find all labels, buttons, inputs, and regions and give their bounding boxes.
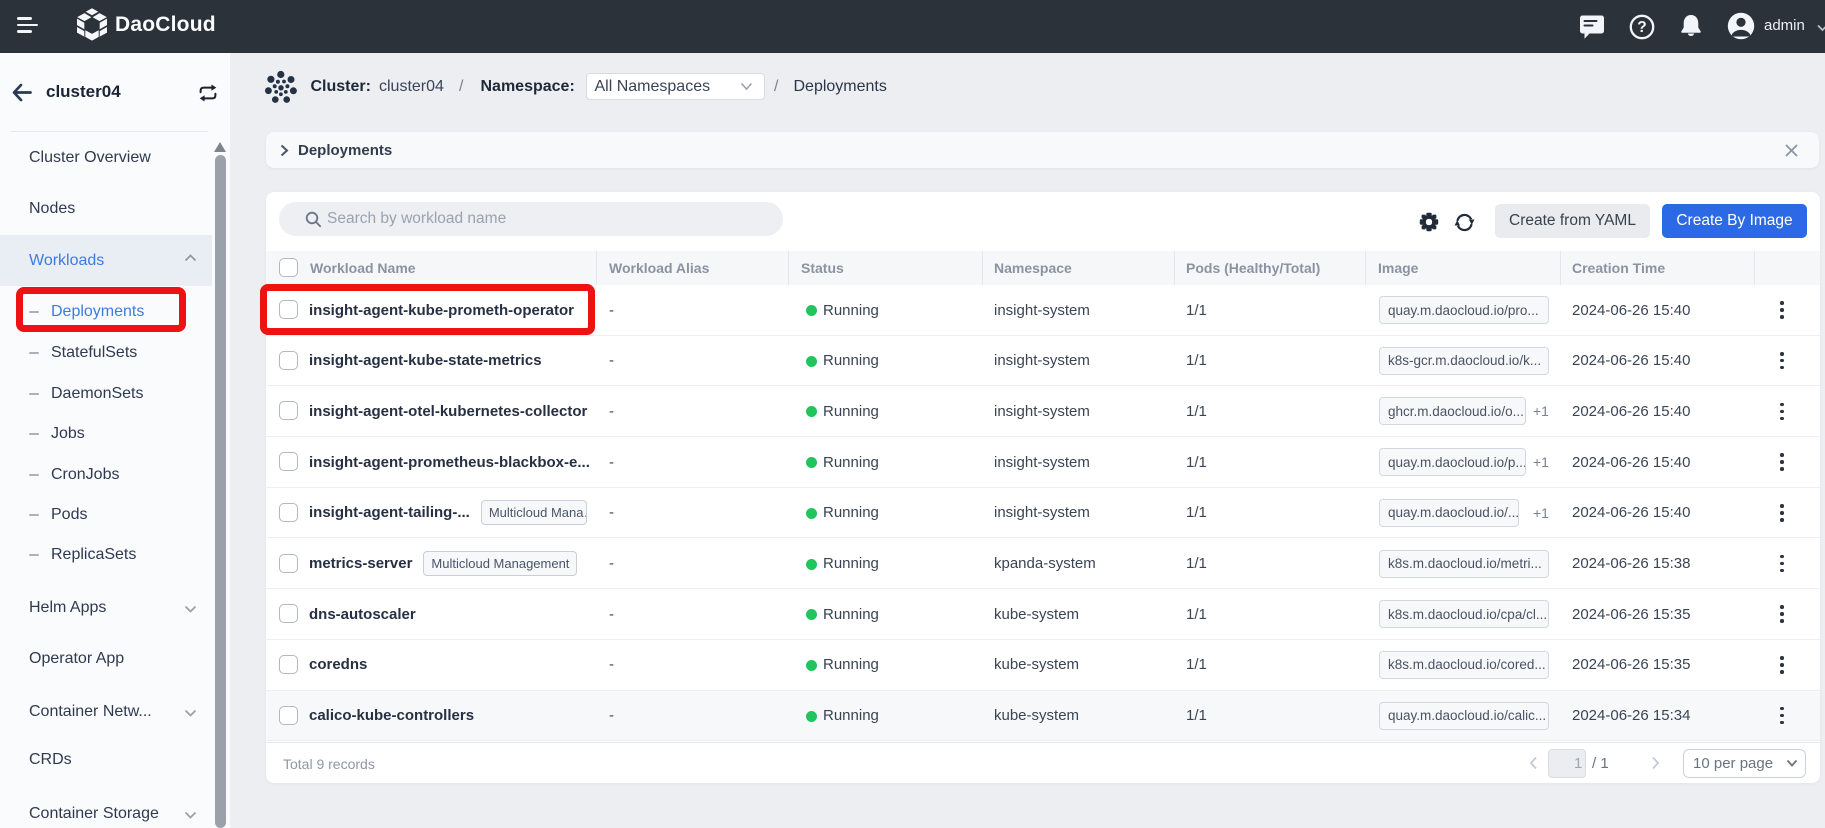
svg-text:?: ? [1637,19,1646,36]
